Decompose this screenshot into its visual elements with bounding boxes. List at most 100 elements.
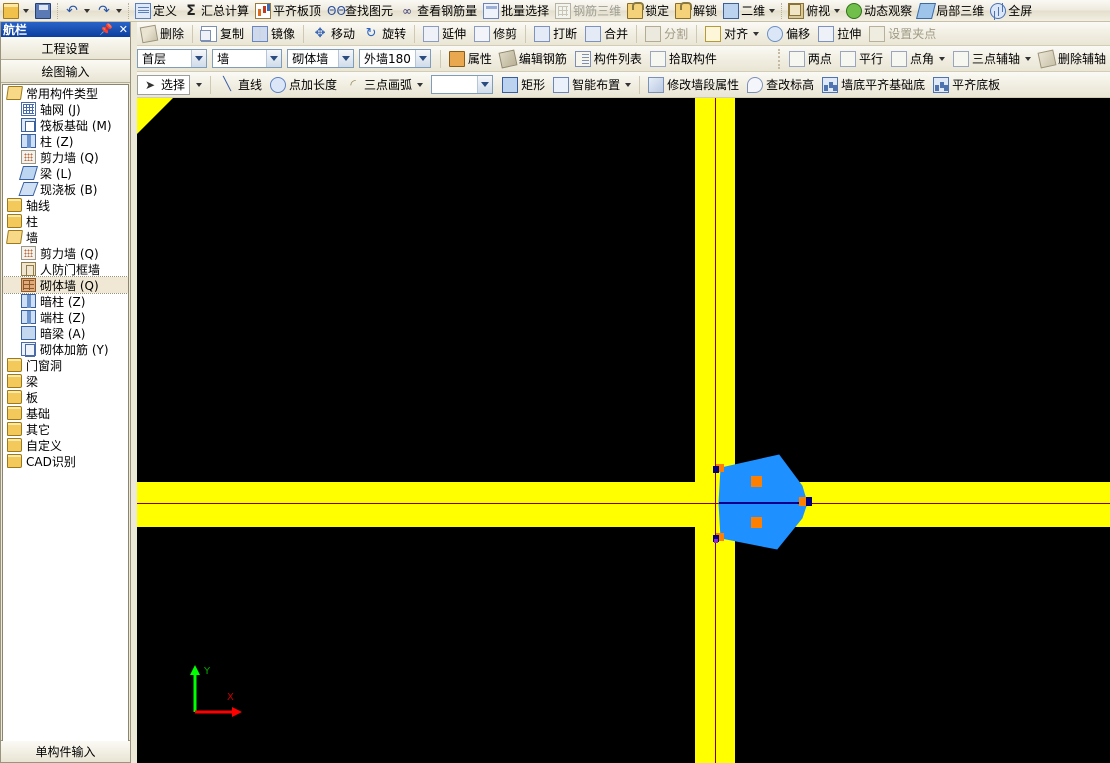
rotate-button[interactable]: ↻ 旋转	[359, 24, 410, 44]
category-combo[interactable]: 墙	[212, 49, 283, 68]
tree-item-2[interactable]: 筏板基础 (M)	[3, 117, 128, 133]
align-button-chevron-down-icon[interactable]	[753, 31, 760, 36]
tree-item-7[interactable]: 轴线	[3, 197, 128, 213]
top-view-button[interactable]: 俯视	[785, 1, 843, 21]
tree-item-16[interactable]: 砌体加筋 (Y)	[3, 341, 128, 357]
top-view-button-chevron-down-icon[interactable]	[834, 8, 841, 13]
unlock-button[interactable]: 解锁	[672, 1, 720, 21]
select-button-chevron-down-icon[interactable]	[196, 82, 203, 87]
component-type-combo-chevron-down-icon[interactable]	[337, 50, 353, 67]
tree-item-15[interactable]: 暗梁 (A)	[3, 325, 128, 341]
redo-button[interactable]: ↷	[93, 1, 125, 21]
edit-rebar-button[interactable]: 编辑钢筋	[496, 49, 571, 69]
dynamic-observe-button[interactable]: 动态观察	[843, 1, 915, 21]
selected-wall-elements[interactable]	[707, 443, 817, 563]
flush-slab-top-button[interactable]: 平齐板顶	[252, 1, 324, 21]
select-button[interactable]: ➤ 选择	[137, 74, 191, 95]
wall-horizontal[interactable]	[137, 482, 1110, 527]
delete-aux-axis-button[interactable]: 删除辅轴	[1035, 49, 1110, 69]
sidebar-item-drawing-input[interactable]: 绘图输入	[1, 60, 130, 83]
smart-layout-button[interactable]: 智能布置	[549, 75, 635, 95]
lock-button[interactable]: 锁定	[624, 1, 672, 21]
tree-item-14[interactable]: 端柱 (Z)	[3, 309, 128, 325]
define-button[interactable]: 定义	[132, 1, 180, 21]
three-point-axis-button[interactable]: 三点辅轴	[949, 49, 1035, 69]
properties-button[interactable]: 属性	[445, 49, 496, 69]
offset-button[interactable]: 偏移	[763, 24, 814, 44]
view-2d-button-chevron-down-icon[interactable]	[769, 8, 776, 13]
open-file-button-chevron-down-icon[interactable]	[23, 8, 29, 13]
arc-option-combo[interactable]	[431, 75, 494, 94]
tree-item-6[interactable]: 现浇板 (B)	[3, 181, 128, 197]
component-combo-chevron-down-icon[interactable]	[414, 50, 430, 67]
sidebar-item-single-component-input[interactable]: 单构件输入	[0, 741, 131, 763]
point-angle-button[interactable]: 点角	[887, 49, 949, 69]
undo-button-chevron-down-icon[interactable]	[84, 8, 90, 13]
pin-icon[interactable]: 📌	[99, 23, 113, 36]
tree-item-12[interactable]: 砌体墙 (Q)	[3, 276, 128, 294]
tree-item-23[interactable]: CAD识别	[3, 453, 128, 469]
batch-select-button[interactable]: 批量选择	[480, 1, 552, 21]
drawing-canvas[interactable]: Y X	[137, 98, 1110, 763]
point-add-length-button[interactable]: 点加长度	[266, 75, 341, 95]
line-button[interactable]: ╲ 直线	[215, 75, 266, 95]
tree-item-4[interactable]: 剪力墙 (Q)	[3, 149, 128, 165]
tree-item-13[interactable]: 暗柱 (Z)	[3, 293, 128, 309]
component-type-combo[interactable]: 砌体墙	[287, 49, 354, 68]
component-combo[interactable]: 外墙180	[358, 49, 431, 68]
local-3d-button[interactable]: 局部三维	[915, 1, 987, 21]
arc-option-combo-chevron-down-icon[interactable]	[477, 76, 493, 93]
smart-layout-button-chevron-down-icon[interactable]	[625, 82, 632, 87]
delete-button[interactable]: 删除	[137, 24, 188, 44]
break-button[interactable]: 打断	[530, 24, 581, 44]
tree-item-19[interactable]: 板	[3, 389, 128, 405]
view-2d-button[interactable]: 二维	[720, 1, 778, 21]
two-point-button[interactable]: 两点	[785, 49, 836, 69]
tree-item-0[interactable]: 常用构件类型	[3, 85, 128, 101]
floor-combo[interactable]: 首层	[137, 49, 208, 68]
parallel-button[interactable]: 平行	[836, 49, 887, 69]
flush-bottom-slab-button[interactable]: 平齐底板	[929, 75, 1004, 95]
wall-bottom-flush-foundation-button[interactable]: 墙底平齐基础底	[818, 75, 929, 95]
trim-button[interactable]: 修剪	[470, 24, 521, 44]
rectangle-button[interactable]: 矩形	[498, 75, 549, 95]
fullscreen-button[interactable]: 全屏	[987, 1, 1035, 21]
floor-combo-chevron-down-icon[interactable]	[191, 50, 207, 67]
tree-item-10[interactable]: 剪力墙 (Q)	[3, 245, 128, 261]
tree-item-3[interactable]: 柱 (Z)	[3, 133, 128, 149]
copy-button[interactable]: 复制	[197, 24, 248, 44]
summary-calc-button[interactable]: Σ 汇总计算	[180, 1, 252, 21]
tree-item-20[interactable]: 基础	[3, 405, 128, 421]
tree-item-17[interactable]: 门窗洞	[3, 357, 128, 373]
sidebar-item-project-settings[interactable]: 工程设置	[1, 37, 130, 60]
view-rebar-qty-button[interactable]: ∞ 查看钢筋量	[396, 1, 480, 21]
undo-button[interactable]: ↶	[61, 1, 93, 21]
extend-button[interactable]: 延伸	[419, 24, 470, 44]
three-point-axis-button-chevron-down-icon[interactable]	[1024, 56, 1031, 61]
tree-item-8[interactable]: 柱	[3, 213, 128, 229]
save-button[interactable]	[32, 1, 54, 21]
redo-button-chevron-down-icon[interactable]	[116, 8, 122, 13]
open-file-button[interactable]	[0, 1, 32, 21]
tree-item-21[interactable]: 其它	[3, 421, 128, 437]
category-combo-chevron-down-icon[interactable]	[266, 50, 282, 67]
find-element-button[interactable]: ΘΘ 查找图元	[324, 1, 396, 21]
tree-item-1[interactable]: 轴网 (J)	[3, 101, 128, 117]
tree-item-22[interactable]: 自定义	[3, 437, 128, 453]
tree-item-18[interactable]: 梁	[3, 373, 128, 389]
tree-item-9[interactable]: 墙	[3, 229, 128, 245]
three-point-arc-button-chevron-down-icon[interactable]	[417, 82, 424, 87]
select-button-dropdown[interactable]	[190, 75, 206, 95]
component-tree[interactable]: 常用构件类型 轴网 (J) 筏板基础 (M) 柱 (Z) 剪力墙 (Q) 梁 (L) 现浇板…	[2, 84, 129, 758]
align-button[interactable]: 对齐	[701, 24, 763, 44]
tree-item-11[interactable]: 人防门框墙	[3, 261, 128, 277]
merge-button[interactable]: 合并	[581, 24, 632, 44]
move-button[interactable]: ✥ 移动	[308, 24, 359, 44]
stretch-button[interactable]: 拉伸	[814, 24, 865, 44]
close-icon[interactable]: ✕	[119, 23, 128, 36]
mirror-button[interactable]: 镜像	[248, 24, 299, 44]
modify-wall-segment-button[interactable]: 修改墙段属性	[644, 75, 743, 95]
component-list-button[interactable]: 构件列表	[571, 49, 646, 69]
point-angle-button-chevron-down-icon[interactable]	[938, 56, 945, 61]
pick-component-button[interactable]: 拾取构件	[646, 49, 721, 69]
